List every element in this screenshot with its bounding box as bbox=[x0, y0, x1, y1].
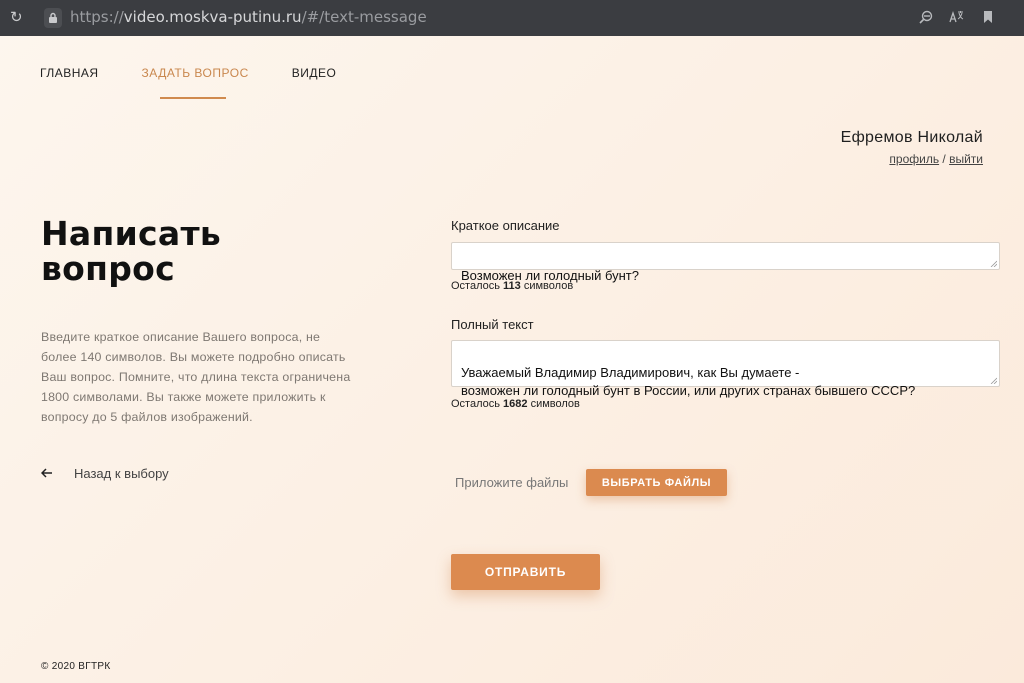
url-host: video.moskva-putinu.ru bbox=[123, 8, 302, 26]
short-description-counter: Осталось 113 символов bbox=[451, 280, 573, 292]
logout-link[interactable]: выйти bbox=[949, 152, 983, 166]
full-text-value: Уважаемый Владимир Владимирович, как Вы … bbox=[461, 365, 916, 398]
reload-icon[interactable]: ↻ bbox=[10, 9, 26, 25]
resize-grip-icon[interactable] bbox=[990, 377, 997, 384]
url-field[interactable]: https://video.moskva-putinu.ru/#/text-me… bbox=[70, 8, 427, 26]
user-links: профиль / выйти bbox=[889, 152, 983, 166]
page-title: Написать вопрос bbox=[41, 214, 222, 288]
main-nav: ГЛАВНАЯ ЗАДАТЬ ВОПРОС ВИДЕО bbox=[40, 66, 379, 80]
url-scheme: https:// bbox=[70, 8, 124, 26]
full-text-label: Полный текст bbox=[451, 317, 534, 332]
full-text-counter: Осталось 1682 символов bbox=[451, 398, 580, 410]
choose-files-button[interactable]: ВЫБРАТЬ ФАЙЛЫ bbox=[586, 469, 727, 496]
full-counter-prefix: Осталось bbox=[451, 398, 504, 410]
browser-address-bar: ↻ https://video.moskva-putinu.ru/#/text-… bbox=[0, 0, 1024, 36]
attach-files-label: Приложите файлы bbox=[455, 475, 569, 490]
active-nav-underline bbox=[160, 97, 226, 99]
lock-icon[interactable] bbox=[44, 8, 62, 28]
full-counter-value: 1682 bbox=[503, 398, 528, 410]
short-counter-suffix: символов bbox=[520, 280, 574, 292]
short-counter-prefix: Осталось bbox=[451, 280, 504, 292]
url-path: /#/text-message bbox=[301, 8, 427, 26]
arrow-left-icon bbox=[40, 466, 63, 481]
user-links-separator: / bbox=[939, 152, 950, 166]
short-description-label: Краткое описание bbox=[451, 218, 560, 233]
full-text-field[interactable]: Уважаемый Владимир Владимирович, как Вы … bbox=[451, 340, 1000, 398]
submit-button[interactable]: ОТПРАВИТЬ bbox=[451, 554, 600, 590]
nav-item-home[interactable]: ГЛАВНАЯ bbox=[40, 66, 99, 80]
translate-icon[interactable] bbox=[948, 10, 964, 26]
back-link-label: Назад к выбору bbox=[74, 466, 169, 481]
nav-item-video[interactable]: ВИДЕО bbox=[292, 66, 337, 80]
footer-copyright: © 2020 ВГТРК bbox=[41, 661, 111, 672]
nav-item-ask-question[interactable]: ЗАДАТЬ ВОПРОС bbox=[142, 66, 249, 80]
zoom-out-icon[interactable] bbox=[918, 10, 934, 26]
bookmark-icon[interactable] bbox=[980, 10, 996, 26]
full-counter-suffix: символов bbox=[527, 398, 580, 410]
resize-grip-icon[interactable] bbox=[990, 260, 997, 267]
user-name: Ефремов Николай bbox=[840, 129, 983, 146]
back-link[interactable]: Назад к выбору bbox=[40, 466, 169, 481]
page-description: Введите краткое описание Вашего вопроса,… bbox=[41, 330, 351, 424]
short-counter-value: 113 bbox=[503, 280, 521, 292]
short-description-field[interactable]: Возможен ли голодный бунт? bbox=[451, 242, 1000, 283]
profile-link[interactable]: профиль bbox=[889, 152, 939, 166]
